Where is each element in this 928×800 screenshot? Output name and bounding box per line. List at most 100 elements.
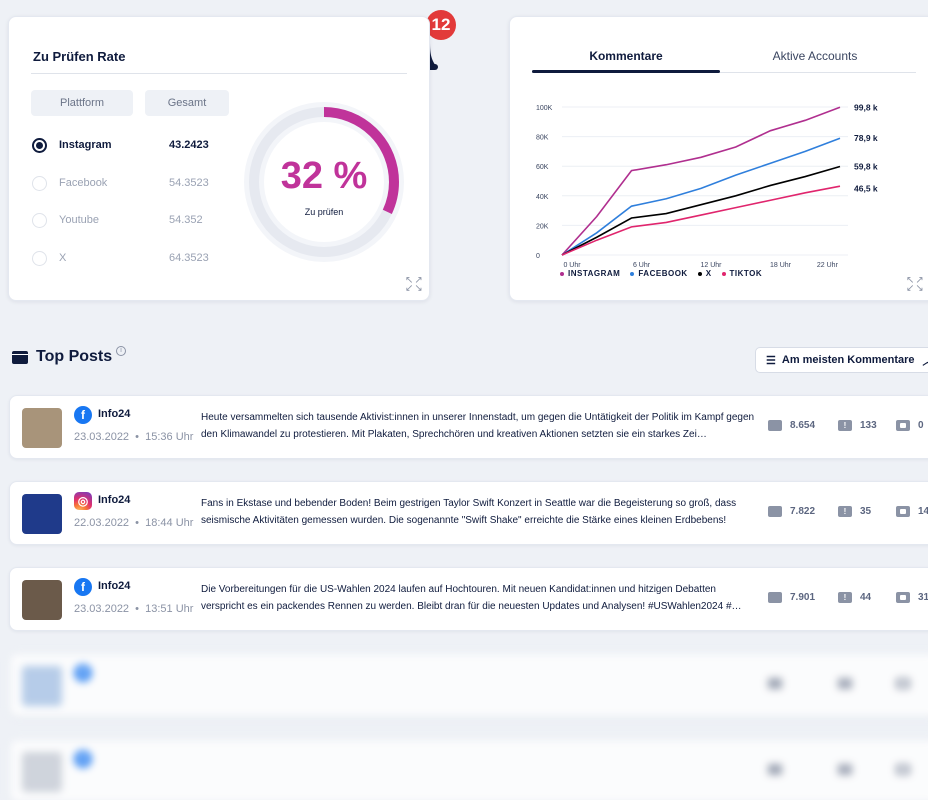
active-tab-indicator (532, 70, 720, 73)
comment-icon (768, 506, 782, 517)
comment-count-value: 8.654 (790, 420, 816, 431)
expand-icon[interactable]: ↖↗ ↙↘ (906, 276, 925, 294)
tab-active-accounts[interactable]: Aktive Accounts (720, 49, 910, 63)
radio-selected-icon[interactable] (32, 137, 47, 153)
platform-row-x[interactable]: X 64.3523 (31, 248, 231, 268)
post-date: 23.03.2022 (74, 431, 130, 443)
comments-line-chart: 0 20K 40K 60K 80K 100K 0 Uhr 6 Uhr 12 Uhr 18 Uhr 2… (536, 102, 878, 269)
legend-dot-icon (721, 271, 726, 276)
share-icon (896, 678, 910, 689)
post-datetime: 23.03.2022 • 13:51 Uhr (74, 603, 194, 615)
series-end-label: 99,8 k (854, 102, 878, 112)
filter-icon: ☰ (766, 354, 776, 367)
tab-comments[interactable]: Kommentare (532, 49, 720, 63)
share-count (896, 678, 918, 689)
post-date: 22.03.2022 (74, 517, 130, 529)
flag-count-value: 35 (860, 506, 872, 517)
share-count: 31 (896, 592, 928, 603)
share-icon (896, 592, 910, 603)
notification-count-badge: 12 (426, 10, 456, 40)
post-card[interactable]: ◎ Info24 22.03.2022 • 18:44 Uhr Fans in Eks… (9, 481, 928, 545)
info-icon[interactable]: i (116, 346, 126, 356)
comment-icon (768, 678, 782, 689)
platform-name: Facebook (59, 177, 108, 189)
post-text: Heute versammelten sich tausende Aktivis… (201, 412, 755, 440)
share-count-value: 31 (918, 592, 928, 603)
post-thumbnail (22, 580, 62, 620)
sort-dropdown[interactable]: ☰ Am meisten Kommentare ︿ (755, 347, 928, 373)
platform-row-youtube[interactable]: Youtube 54.352 (31, 210, 231, 230)
comment-icon (768, 592, 782, 603)
post-card[interactable]: f (9, 739, 928, 800)
x-tick-label: 22 Uhr (817, 262, 839, 269)
flag-count (838, 678, 860, 689)
alert-icon (838, 764, 852, 775)
y-tick-label: 60K (536, 164, 549, 171)
post-account[interactable]: Info24 (98, 408, 130, 420)
platform-row-facebook[interactable]: Facebook 54.3523 (31, 173, 231, 193)
facebook-icon: f (74, 750, 92, 768)
platform-total: 43.2423 (169, 139, 209, 151)
radio-icon[interactable] (32, 250, 47, 266)
post-time: 13:51 Uhr (145, 603, 194, 615)
radio-icon[interactable] (32, 175, 47, 191)
post-card[interactable]: f Info24 23.03.2022 • 15:36 Uhr Heute versa… (9, 395, 928, 459)
review-rate-card: Zu Prüfen Rate Plattform Gesamt Instagra… (8, 16, 430, 301)
x-tick-label: 12 Uhr (700, 262, 722, 269)
legend-item-tiktok[interactable]: TIKTOK (721, 269, 763, 278)
flag-count: 44 (838, 592, 871, 603)
legend-dot-icon (697, 271, 702, 276)
review-rate-donut: 32 % Zu prüfen (239, 97, 409, 267)
share-icon (896, 764, 910, 775)
y-tick-label: 20K (536, 223, 549, 230)
radio-icon[interactable] (32, 212, 47, 228)
comment-count: 8.654 (768, 420, 815, 431)
post-time: 15:36 Uhr (145, 431, 194, 443)
post-account[interactable]: Info24 (98, 580, 130, 592)
chart-legend: INSTAGRAM FACEBOOK X TIKTOK (560, 269, 762, 278)
platform-name: X (59, 252, 67, 264)
y-tick-label: 0 (536, 253, 540, 260)
comment-count: 7.822 (768, 506, 815, 517)
column-header-total[interactable]: Gesamt (145, 90, 229, 116)
flag-count (838, 764, 860, 775)
share-count (896, 764, 918, 775)
post-datetime: 22.03.2022 • 18:44 Uhr (74, 517, 194, 529)
legend-item-x[interactable]: X (697, 269, 712, 278)
legend-label: X (705, 269, 712, 278)
post-text (201, 753, 761, 789)
post-account[interactable]: Info24 (98, 494, 130, 506)
comment-count: 7.901 (768, 592, 815, 603)
platform-row-instagram[interactable]: Instagram 43.2423 (31, 135, 231, 155)
share-count: 0 (896, 420, 924, 431)
alert-icon (838, 592, 852, 603)
post-text (201, 667, 761, 703)
legend-item-facebook[interactable]: FACEBOOK (630, 269, 687, 278)
comment-count-value: 7.822 (790, 506, 816, 517)
x-tick-label: 0 Uhr (563, 262, 581, 269)
column-header-platform[interactable]: Plattform (31, 90, 133, 116)
x-tick-label: 18 Uhr (770, 262, 792, 269)
share-icon (896, 420, 910, 431)
post-card[interactable]: f Info24 23.03.2022 • 13:51 Uhr Die Vorbere… (9, 567, 928, 631)
post-card[interactable]: f (9, 653, 928, 717)
post-text: Die Vorbereitungen für die US-Wahlen 202… (201, 584, 742, 612)
flag-count: 133 (838, 420, 877, 431)
series-end-label: 59,8 k (854, 161, 878, 171)
legend-dot-icon (630, 271, 635, 276)
divider (31, 73, 407, 74)
alert-icon (838, 506, 852, 517)
folder-icon (12, 350, 28, 364)
expand-icon[interactable]: ↖↗ ↙↘ (405, 276, 424, 294)
legend-item-instagram[interactable]: INSTAGRAM (560, 269, 620, 278)
post-datetime: 23.03.2022 • 15:36 Uhr (74, 431, 194, 443)
review-rate-caption: Zu prüfen (304, 207, 344, 217)
legend-label: INSTAGRAM (568, 269, 621, 278)
instagram-icon: ◎ (74, 492, 92, 510)
y-tick-label: 100K (536, 105, 553, 112)
series-end-label: 46,5 k (854, 183, 878, 193)
platform-name: Youtube (59, 214, 99, 226)
sort-label: Am meisten Kommentare (781, 354, 915, 366)
share-icon (896, 506, 910, 517)
post-thumbnail (22, 752, 62, 792)
